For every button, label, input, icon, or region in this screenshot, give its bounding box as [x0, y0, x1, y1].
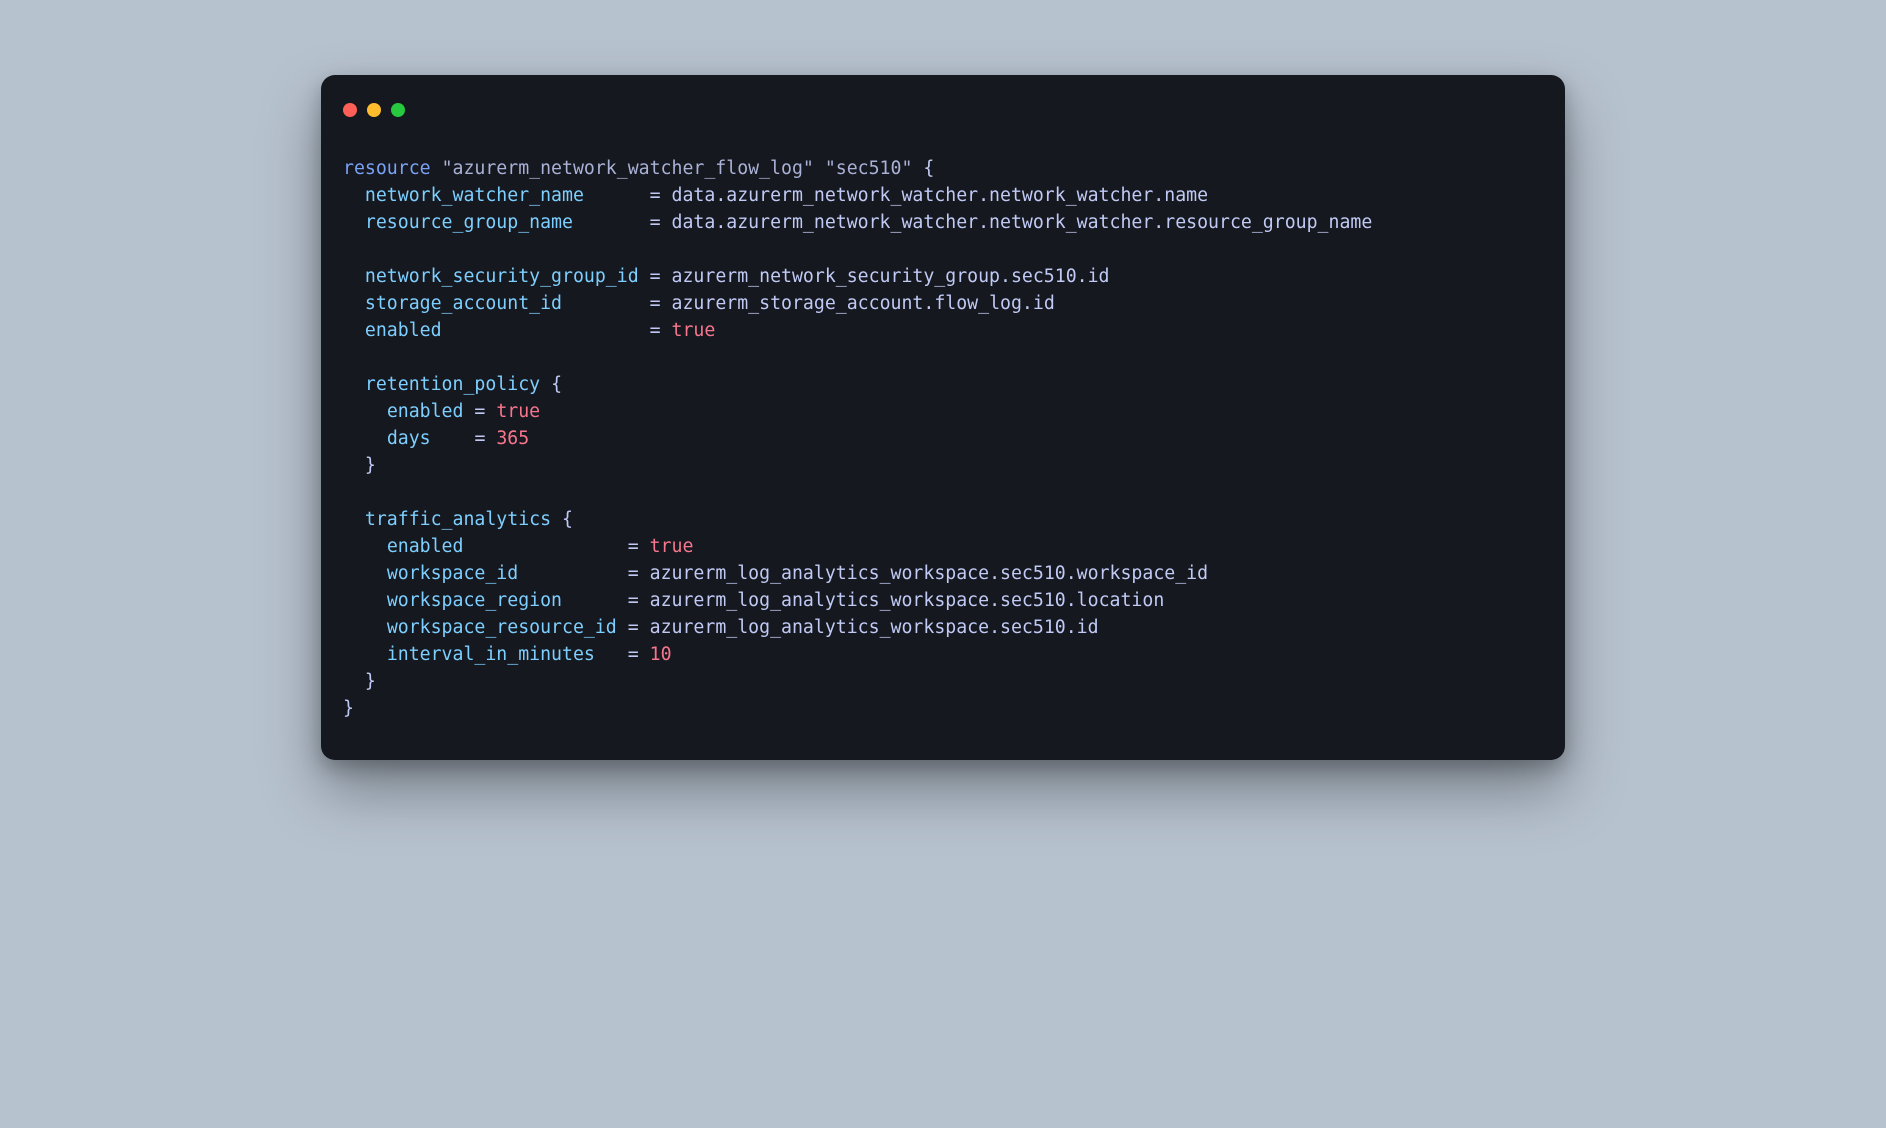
brace-close: } [365, 455, 376, 476]
eq-op: = [650, 266, 661, 287]
tf-val-ta-workspace-id: azurerm_log_analytics_workspace.sec510.w… [650, 563, 1208, 584]
eq-op: = [628, 644, 639, 665]
tf-val-ta-workspace-resource-id: azurerm_log_analytics_workspace.sec510.i… [650, 617, 1099, 638]
eq-op: = [628, 617, 639, 638]
tf-prop-ta-interval: interval_in_minutes [387, 644, 595, 665]
brace-open: { [551, 374, 562, 395]
code-window: resource "azurerm_network_watcher_flow_l… [321, 75, 1565, 760]
tf-prop-retention-days: days [387, 428, 431, 449]
tf-prop-ta-workspace-resource-id: workspace_resource_id [387, 617, 617, 638]
tf-val-retention-days: 365 [496, 428, 529, 449]
window-minimize-icon[interactable] [367, 103, 381, 117]
eq-op: = [650, 185, 661, 206]
tf-val-network-watcher-name: data.azurerm_network_watcher.network_wat… [672, 185, 1209, 206]
eq-op: = [628, 563, 639, 584]
window-close-icon[interactable] [343, 103, 357, 117]
tf-resource-name: "sec510" [825, 158, 913, 179]
tf-prop-retention-enabled: enabled [387, 401, 464, 422]
window-maximize-icon[interactable] [391, 103, 405, 117]
tf-prop-ta-workspace-region: workspace_region [387, 590, 562, 611]
tf-val-storage-account-id: azurerm_storage_account.flow_log.id [672, 293, 1055, 314]
tf-prop-resource-group-name: resource_group_name [365, 212, 573, 233]
tf-val-nsg-id: azurerm_network_security_group.sec510.id [672, 266, 1110, 287]
eq-op: = [650, 293, 661, 314]
tf-prop-enabled: enabled [365, 320, 442, 341]
brace-open: { [562, 509, 573, 530]
tf-val-ta-interval: 10 [650, 644, 672, 665]
brace-open: { [923, 158, 934, 179]
window-traffic-lights [321, 103, 1565, 117]
tf-prop-nsg-id: network_security_group_id [365, 266, 639, 287]
eq-op: = [650, 212, 661, 233]
eq-op: = [628, 536, 639, 557]
tf-prop-ta-enabled: enabled [387, 536, 464, 557]
eq-op: = [650, 320, 661, 341]
tf-keyword-resource: resource [343, 158, 431, 179]
tf-resource-type: "azurerm_network_watcher_flow_log" [442, 158, 814, 179]
code-block[interactable]: resource "azurerm_network_watcher_flow_l… [321, 155, 1565, 722]
brace-close: } [365, 671, 376, 692]
eq-op: = [474, 401, 485, 422]
tf-val-retention-enabled: true [496, 401, 540, 422]
tf-prop-storage-account-id: storage_account_id [365, 293, 562, 314]
tf-val-ta-enabled: true [650, 536, 694, 557]
tf-block-retention-policy: retention_policy [365, 374, 540, 395]
tf-prop-network-watcher-name: network_watcher_name [365, 185, 584, 206]
eq-op: = [628, 590, 639, 611]
brace-close: } [343, 698, 354, 719]
tf-prop-ta-workspace-id: workspace_id [387, 563, 518, 584]
tf-val-resource-group-name: data.azurerm_network_watcher.network_wat… [672, 212, 1373, 233]
eq-op: = [474, 428, 485, 449]
tf-val-enabled: true [672, 320, 716, 341]
tf-val-ta-workspace-region: azurerm_log_analytics_workspace.sec510.l… [650, 590, 1165, 611]
tf-block-traffic-analytics: traffic_analytics [365, 509, 551, 530]
